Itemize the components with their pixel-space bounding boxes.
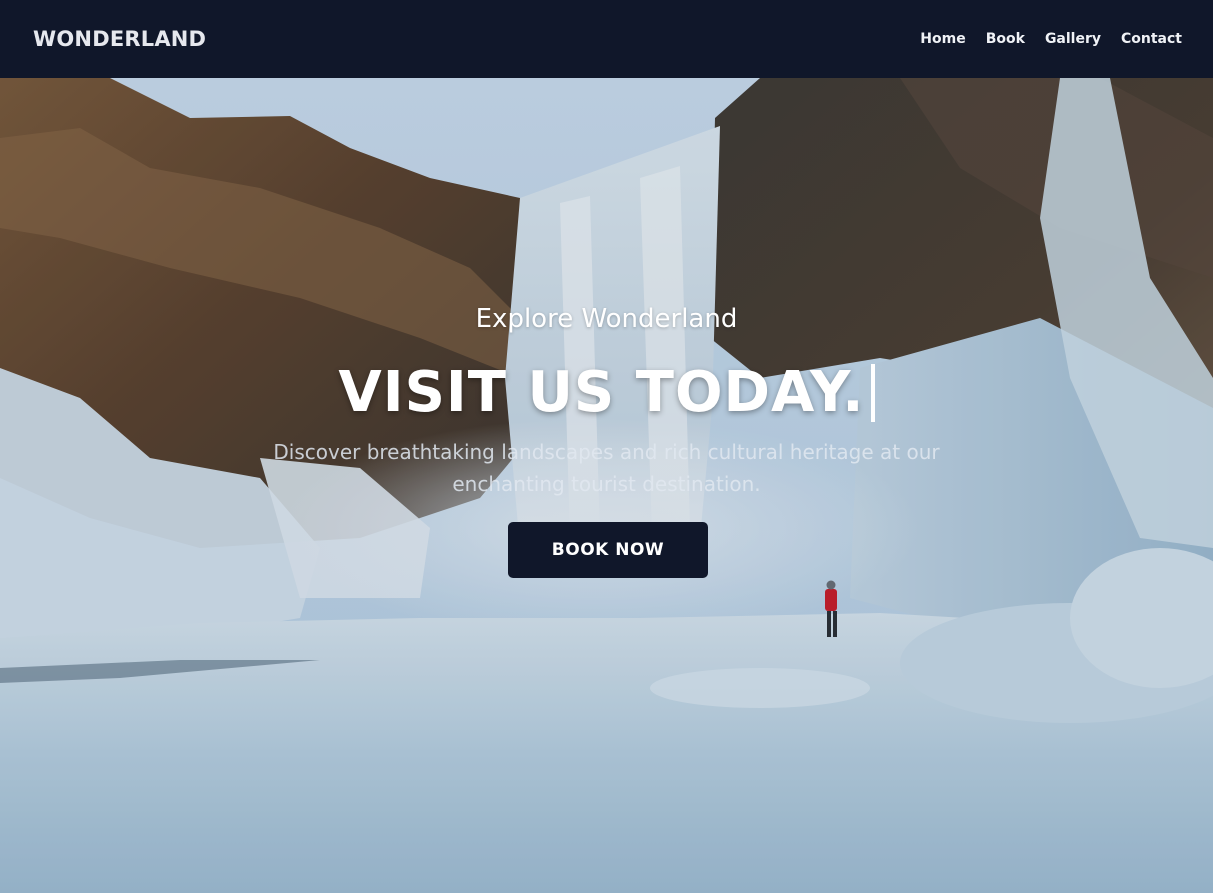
- navbar: WONDERLAND Home Book Gallery Contact: [0, 0, 1213, 78]
- brand-logo[interactable]: WONDERLAND: [33, 27, 206, 51]
- nav-link-gallery[interactable]: Gallery: [1045, 31, 1101, 47]
- nav-link-book[interactable]: Book: [986, 31, 1025, 47]
- hero-headline-wrap: VISIT US TODAY.: [0, 360, 1213, 425]
- hero-section: Explore Wonderland VISIT US TODAY. Disco…: [0, 78, 1213, 893]
- hero-description: Discover breathtaking landscapes and ric…: [273, 440, 940, 496]
- nav-link-home[interactable]: Home: [920, 31, 965, 47]
- nav-link-contact[interactable]: Contact: [1121, 31, 1182, 47]
- nav-links: Home Book Gallery Contact: [900, 31, 1182, 47]
- hero-content: Explore Wonderland VISIT US TODAY. Disco…: [0, 78, 1213, 893]
- hero-headline: VISIT US TODAY.: [338, 360, 865, 425]
- typing-cursor: [870, 363, 875, 422]
- book-now-button[interactable]: BOOK NOW: [508, 522, 708, 578]
- hero-subtitle: Explore Wonderland: [475, 304, 738, 334]
